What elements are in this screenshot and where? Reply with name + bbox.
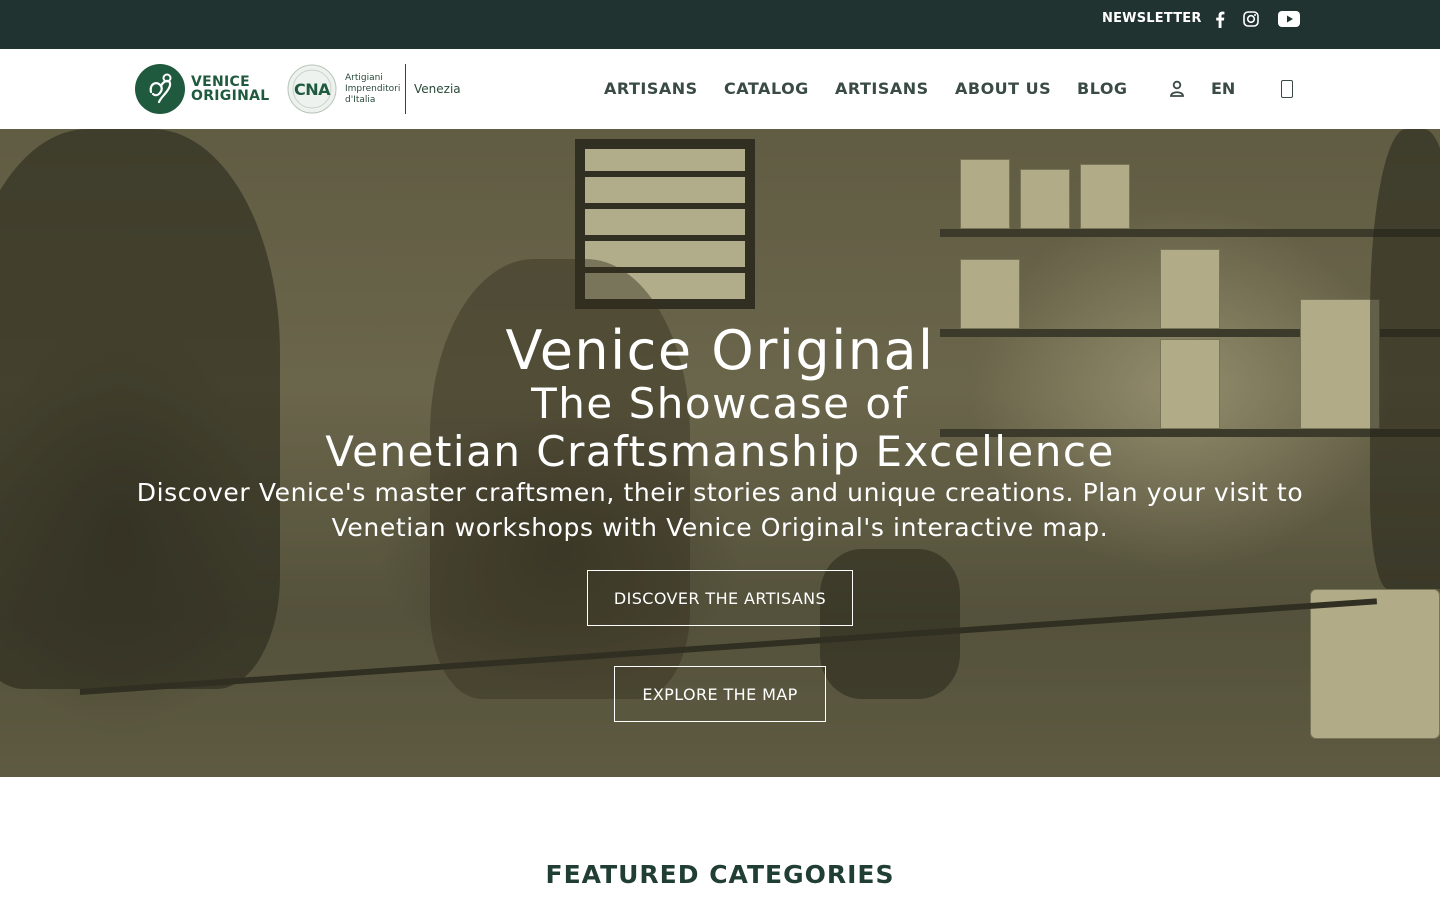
discover-artisans-button[interactable]: DISCOVER THE ARTISANS [587,570,853,626]
hero-subtitle-line2: Venetian Craftsmanship Excellence [325,427,1115,476]
nav-catalog[interactable]: CATALOG [724,79,809,98]
hero-banner: Venice Original The Showcase of Venetian… [0,129,1440,777]
nav-about-us[interactable]: ABOUT US [955,79,1051,98]
nav-artisans-2[interactable]: ARTISANS [835,79,929,98]
facebook-icon[interactable] [1214,9,1226,29]
explore-map-button[interactable]: EXPLORE THE MAP [614,666,826,722]
youtube-icon[interactable] [1278,9,1300,29]
hero-subtitle-line1: The Showcase of [531,379,909,428]
instagram-icon[interactable] [1242,9,1260,29]
hero-description: Discover Venice's master craftsmen, thei… [136,478,1304,542]
top-bar: NEWSLETTER [0,0,1440,49]
user-icon[interactable] [1169,80,1185,98]
cart-icon[interactable] [1281,80,1293,98]
newsletter-link[interactable]: NEWSLETTER [1102,11,1202,26]
featured-categories-heading: FEATURED CATEGORIES [545,860,895,889]
nav-blog[interactable]: BLOG [1077,79,1128,98]
hero-content: Venice Original The Showcase of Venetian… [0,129,1440,777]
nav-artisans[interactable]: ARTISANS [604,79,698,98]
language-selector[interactable]: EN [1211,79,1235,98]
hero-title: Venice Original [505,319,935,382]
